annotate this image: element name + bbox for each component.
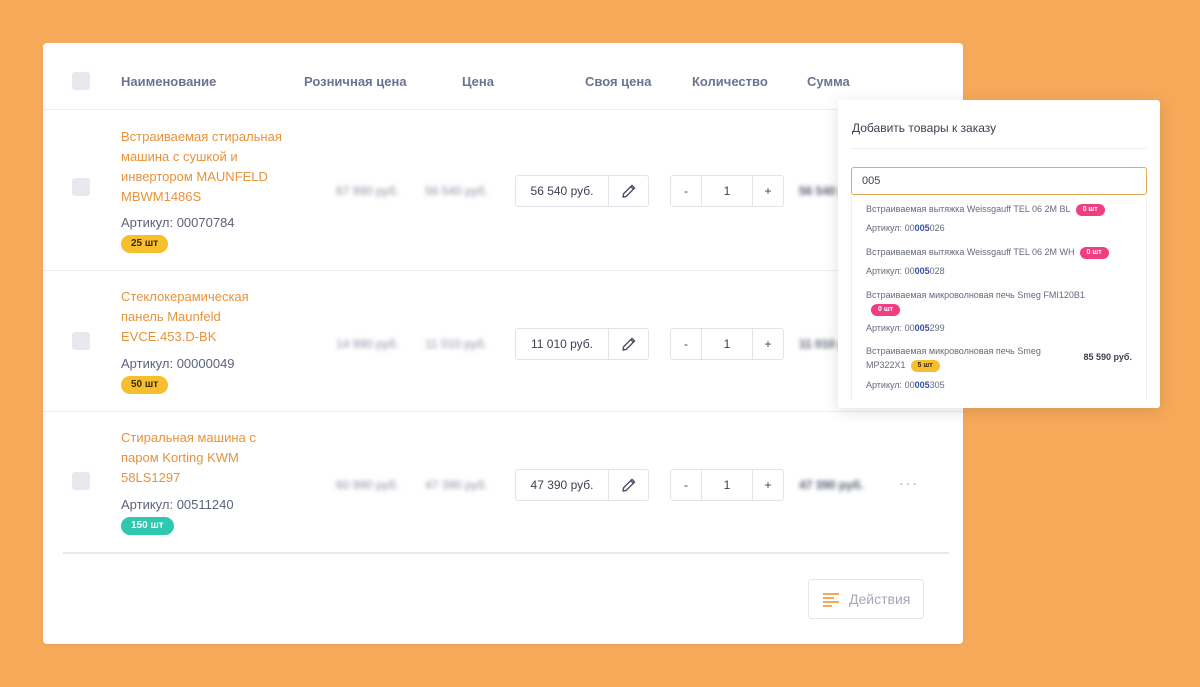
product-name-link[interactable]: Встраиваемая стиральная машина с сушкой …: [121, 127, 289, 207]
header-name[interactable]: Наименование: [121, 74, 216, 89]
product-name-link[interactable]: Стеклокерамическая панель Maunfeld EVCE.…: [121, 287, 289, 347]
row-checkbox[interactable]: [72, 472, 90, 490]
actions-label: Действия: [849, 591, 911, 607]
more-options-icon[interactable]: ···: [899, 475, 919, 491]
pencil-icon[interactable]: [620, 335, 638, 353]
retail-price: 67 990 руб.: [336, 184, 399, 198]
row-checkbox[interactable]: [72, 332, 90, 350]
product-sku: Артикул: 00000049: [121, 356, 235, 371]
qty-plus-button[interactable]: +: [753, 176, 783, 206]
divider: [608, 176, 609, 206]
product-name-link[interactable]: Стиральная машина с паром Korting KWM 58…: [121, 428, 289, 488]
stock-badge: 0 шт: [871, 304, 901, 316]
result-price: 85 590 руб.: [1083, 352, 1132, 362]
table-row: Стиральная машина с паром Korting KWM 58…: [43, 412, 963, 552]
divider: [608, 329, 609, 359]
stock-badge: 5 шт: [910, 360, 940, 372]
own-price-field[interactable]: 11 010 руб.: [515, 328, 649, 360]
table-bottom-divider: [63, 552, 949, 554]
stock-badge: 150 шт: [121, 517, 174, 535]
qty-plus-button[interactable]: +: [753, 470, 783, 500]
qty-value[interactable]: 1: [701, 329, 753, 359]
own-price-value: 47 390 руб.: [530, 478, 594, 492]
add-products-popup: Добавить товары к заказу Встраиваемая вы…: [838, 100, 1160, 408]
product-sku: Артикул: 00070784: [121, 215, 235, 230]
own-price-value: 56 540 руб.: [530, 184, 594, 198]
qty-value[interactable]: 1: [701, 176, 753, 206]
retail-price: 14 990 руб.: [336, 337, 399, 351]
own-price-field[interactable]: 56 540 руб.: [515, 175, 649, 207]
header-retail-price[interactable]: Розничная цена: [304, 74, 407, 89]
search-results-dropdown[interactable]: Встраиваемая вытяжка Weissgauff TEL 06 2…: [851, 196, 1147, 400]
result-sku: Артикул: 00005028: [866, 266, 945, 276]
qty-minus-button[interactable]: -: [671, 470, 701, 500]
quantity-stepper[interactable]: - 1 +: [670, 175, 784, 207]
divider: [608, 470, 609, 500]
popup-divider: [852, 148, 1146, 149]
pencil-icon[interactable]: [620, 182, 638, 200]
header-own-price[interactable]: Своя цена: [585, 74, 651, 89]
result-sku: Артикул: 00005299: [866, 323, 945, 333]
result-sku: Артикул: 00005305: [866, 380, 945, 390]
qty-plus-button[interactable]: +: [753, 329, 783, 359]
header-quantity[interactable]: Количество: [692, 74, 768, 89]
quantity-stepper[interactable]: - 1 +: [670, 328, 784, 360]
pencil-icon[interactable]: [620, 476, 638, 494]
price: 56 540 руб.: [425, 184, 488, 198]
result-sku: Артикул: 00005026: [866, 223, 945, 233]
own-price-value: 11 010 руб.: [530, 337, 594, 351]
qty-minus-button[interactable]: -: [671, 329, 701, 359]
qty-value[interactable]: 1: [701, 470, 753, 500]
stock-badge: 0 шт: [1075, 204, 1105, 216]
qty-minus-button[interactable]: -: [671, 176, 701, 206]
order-card: Наименование Розничная цена Цена Своя це…: [43, 43, 963, 644]
actions-button[interactable]: Действия: [808, 579, 924, 619]
align-left-icon: [823, 593, 839, 607]
stock-badge: 50 шт: [121, 376, 169, 394]
result-name: Встраиваемая микроволновая печь Smeg FMI…: [866, 290, 1085, 300]
price: 11 010 руб.: [425, 337, 488, 351]
product-sku: Артикул: 00511240: [121, 497, 234, 512]
table-row: Стеклокерамическая панель Maunfeld EVCE.…: [43, 271, 963, 411]
row-sum: 47 390 руб.: [799, 478, 864, 492]
row-checkbox[interactable]: [72, 178, 90, 196]
price: 47 390 руб.: [425, 478, 488, 492]
select-all-checkbox[interactable]: [72, 72, 90, 90]
result-name: Встраиваемая вытяжка Weissgauff TEL 06 2…: [866, 204, 1071, 214]
quantity-stepper[interactable]: - 1 +: [670, 469, 784, 501]
stock-badge: 25 шт: [121, 235, 169, 253]
stock-badge: 0 шт: [1079, 247, 1109, 259]
result-name: Встраиваемая микроволновая печь Smeg MP3…: [866, 346, 1041, 370]
table-row: Встраиваемая стиральная машина с сушкой …: [43, 110, 963, 270]
header-sum[interactable]: Сумма: [807, 74, 850, 89]
product-search-input[interactable]: [851, 167, 1147, 195]
popup-title: Добавить товары к заказу: [852, 121, 997, 135]
retail-price: 60 990 руб.: [336, 478, 399, 492]
result-name: Встраиваемая вытяжка Weissgauff TEL 06 2…: [866, 247, 1075, 257]
own-price-field[interactable]: 47 390 руб.: [515, 469, 649, 501]
header-price[interactable]: Цена: [462, 74, 494, 89]
